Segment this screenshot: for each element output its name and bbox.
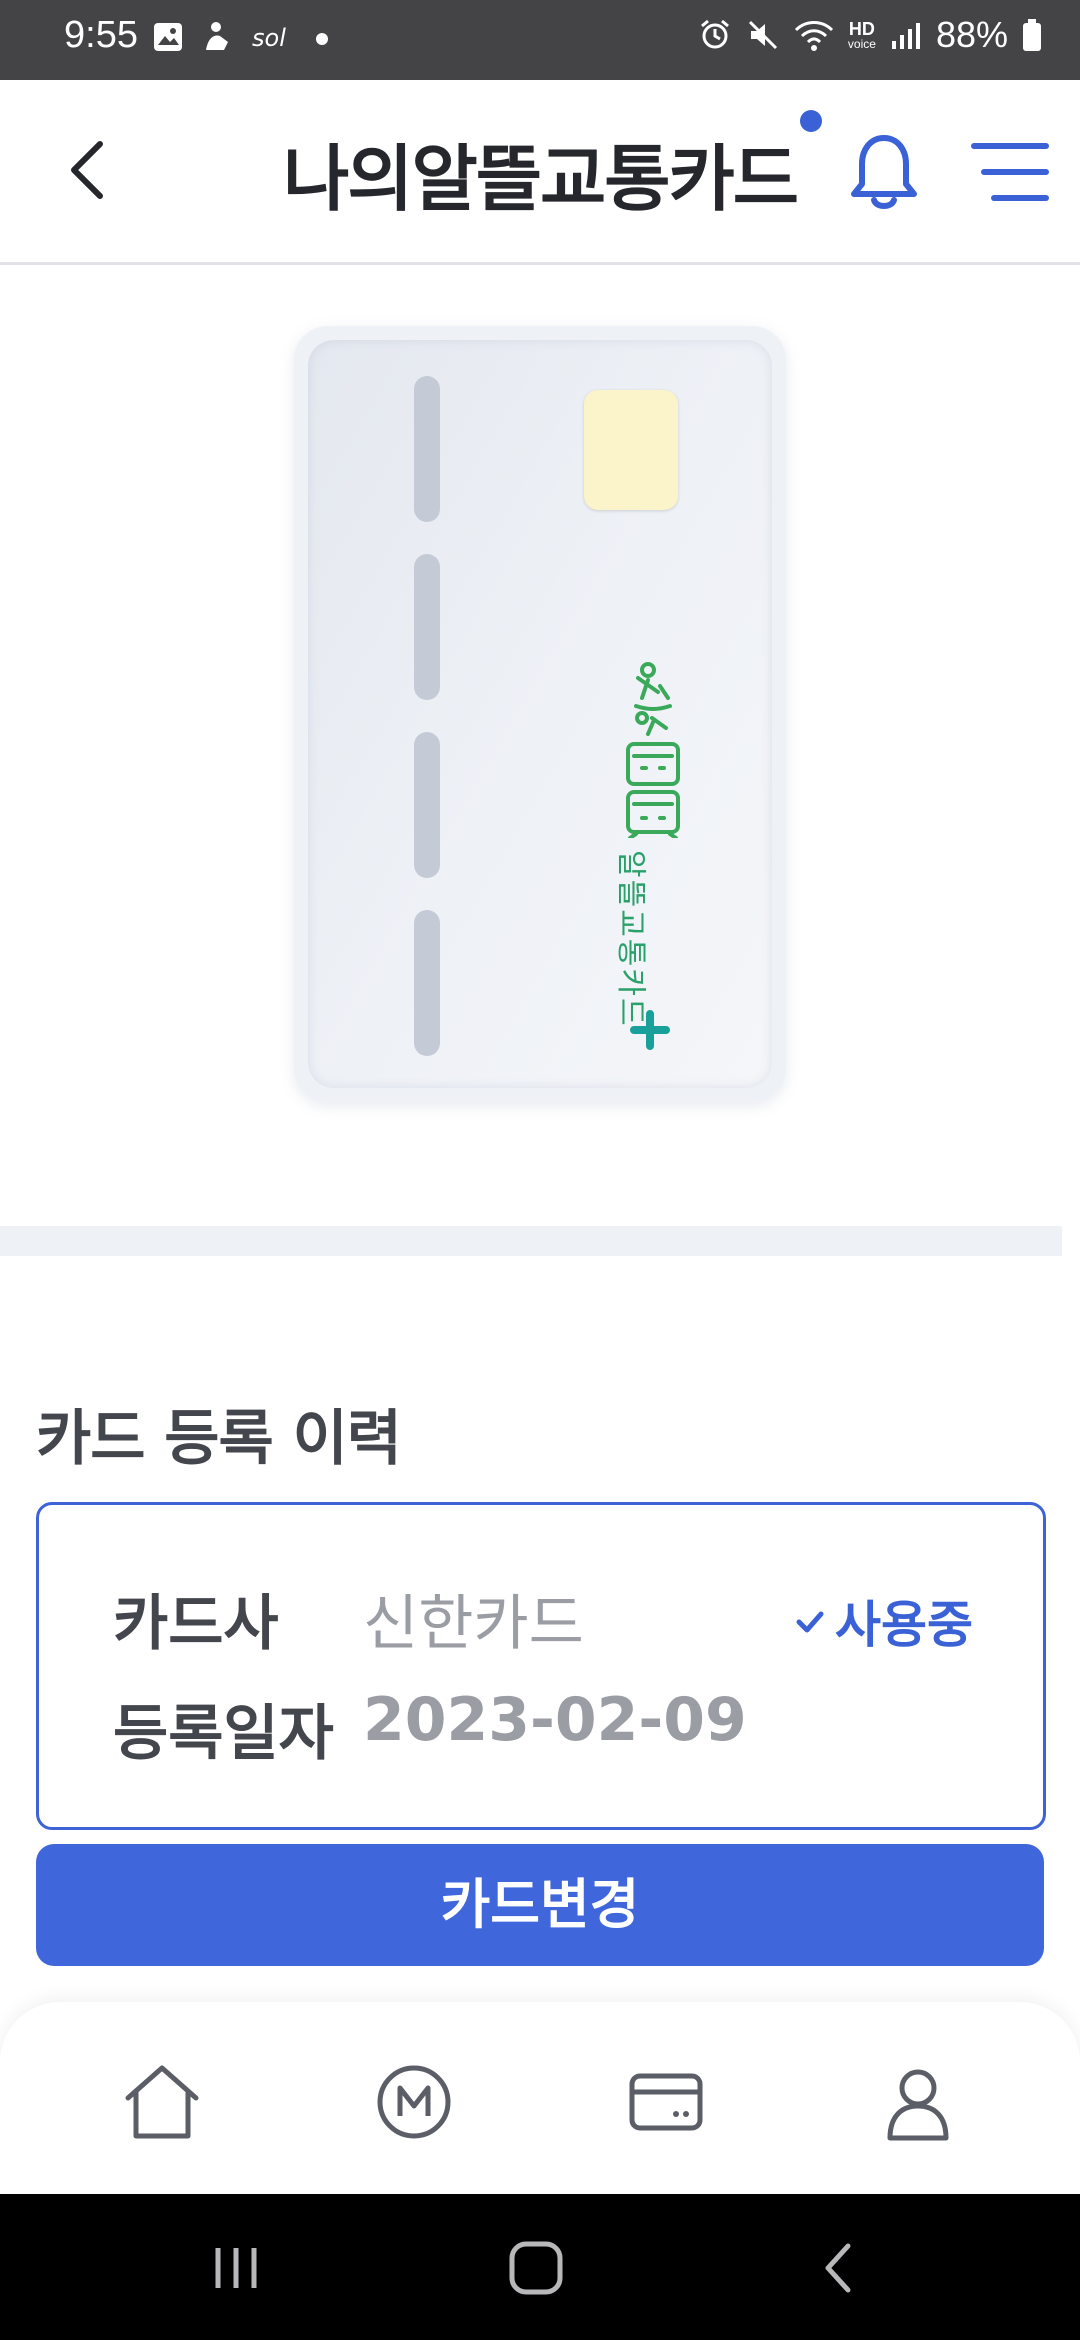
card-logo-text: 알뜰교통카드 xyxy=(613,850,648,1028)
menu-icon xyxy=(971,143,1049,201)
issuer-row: 카드사 신한카드 xyxy=(113,1575,584,1662)
status-time: 9:55 xyxy=(64,14,138,56)
date-row: 등록일자 2023-02-09 xyxy=(113,1685,747,1772)
card-icon xyxy=(629,2073,703,2131)
menu-button[interactable] xyxy=(970,138,1050,206)
section-divider xyxy=(0,1226,1062,1256)
home-icon xyxy=(125,2065,199,2139)
battery-icon xyxy=(1023,19,1041,51)
transit-pictogram-icon xyxy=(626,662,680,838)
issuer-label: 카드사 xyxy=(113,1589,279,1659)
mute-icon xyxy=(748,20,777,50)
svg-text:sol: sol xyxy=(252,24,286,52)
home-button-icon[interactable] xyxy=(504,2238,568,2298)
signal-icon xyxy=(891,23,920,49)
nav-home[interactable] xyxy=(120,2060,204,2144)
voice-label: voice xyxy=(847,37,876,51)
card-history-entry: 카드사 신한카드 등록일자 2023-02-09 사용중 xyxy=(36,1502,1046,1830)
status-text: 사용중 xyxy=(835,1596,973,1654)
status-system-icons: HD voice 88% xyxy=(698,14,1042,56)
nav-mileage[interactable] xyxy=(372,2060,456,2144)
app-header: 나의알뜰교통카드 xyxy=(0,80,1080,265)
nav-card[interactable] xyxy=(624,2060,708,2144)
card-logo: 알뜰교통카드 xyxy=(608,658,698,1058)
gallery-icon xyxy=(154,23,182,51)
check-icon xyxy=(796,1611,824,1633)
status-notification-icons: sol xyxy=(152,20,334,54)
card-slot xyxy=(414,910,440,1056)
transport-card-image: 알뜰교통카드 xyxy=(294,326,786,1102)
back-button-icon[interactable] xyxy=(814,2238,864,2298)
plus-icon xyxy=(630,1010,670,1050)
change-card-button[interactable]: 카드변경 xyxy=(36,1844,1044,1966)
hd-label: HD xyxy=(848,19,875,39)
issuer-value: 신한카드 xyxy=(363,1589,584,1659)
nav-profile[interactable] xyxy=(876,2060,960,2144)
mileage-icon xyxy=(377,2065,451,2139)
hd-voice-indicator: HD voice xyxy=(848,20,876,50)
card-chip xyxy=(584,390,678,510)
notification-dot xyxy=(800,110,822,132)
date-label: 등록일자 xyxy=(113,1699,334,1769)
section-title-history: 카드 등록 이력 xyxy=(36,1404,402,1474)
dot-icon xyxy=(316,33,328,45)
card-slot xyxy=(414,732,440,878)
bottom-navigation xyxy=(0,2002,1080,2194)
status-bar: 9:55 sol HD voice 88% xyxy=(0,0,1080,80)
status-badge: 사용중 xyxy=(793,1585,973,1657)
wifi-icon xyxy=(794,21,833,51)
bell-icon xyxy=(851,135,917,209)
notification-button[interactable] xyxy=(848,130,920,214)
alarm-icon xyxy=(700,19,729,49)
recents-icon[interactable] xyxy=(206,2238,266,2298)
card-face: 알뜰교통카드 xyxy=(308,340,772,1088)
battery-percent: 88% xyxy=(935,14,1008,55)
system-navigation-bar xyxy=(0,2194,1080,2340)
app-icon xyxy=(206,22,228,50)
card-slot xyxy=(414,376,440,522)
card-slot xyxy=(414,554,440,700)
date-value: 2023-02-09 xyxy=(363,1685,747,1755)
profile-icon xyxy=(887,2069,949,2141)
sol-icon: sol xyxy=(252,24,286,52)
